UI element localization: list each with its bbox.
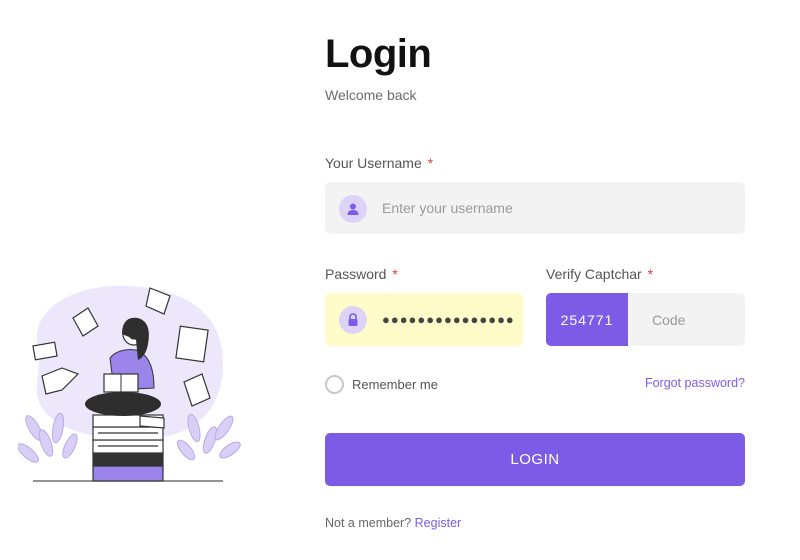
- password-masked-value: ●●●●●●●●●●●●●●●: [382, 312, 515, 327]
- user-icon: [339, 195, 367, 223]
- remember-me[interactable]: Remember me: [325, 375, 438, 394]
- password-input[interactable]: ●●●●●●●●●●●●●●●: [325, 293, 523, 346]
- captcha-field: 254771 Code: [546, 293, 745, 346]
- register-link[interactable]: Register: [415, 516, 462, 530]
- password-label: Password *: [325, 265, 398, 283]
- captcha-code: 254771: [546, 293, 628, 346]
- captcha-label-text: Verify Captchar: [546, 266, 642, 282]
- remember-me-label: Remember me: [352, 377, 438, 392]
- username-required-mark: *: [427, 155, 434, 171]
- username-placeholder: Enter your username: [382, 200, 513, 216]
- captcha-code-input[interactable]: Code: [652, 293, 685, 346]
- username-label: Your Username *: [325, 154, 433, 172]
- password-label-text: Password: [325, 266, 387, 282]
- username-label-text: Your Username: [325, 155, 422, 171]
- register-prompt: Not a member? Register: [325, 516, 461, 530]
- lock-icon: [339, 306, 367, 334]
- page-subtitle: Welcome back: [325, 87, 417, 103]
- login-button[interactable]: LOGIN: [325, 433, 745, 486]
- password-required-mark: *: [392, 266, 398, 282]
- captcha-required-mark: *: [647, 266, 654, 282]
- captcha-label: Verify Captchar *: [546, 265, 653, 283]
- forgot-password-link[interactable]: Forgot password?: [645, 376, 745, 390]
- register-prompt-text: Not a member?: [325, 516, 412, 530]
- reading-illustration: [18, 285, 241, 482]
- username-input[interactable]: Enter your username: [325, 182, 745, 234]
- page-title: Login: [325, 32, 432, 76]
- remember-me-radio[interactable]: [325, 375, 344, 394]
